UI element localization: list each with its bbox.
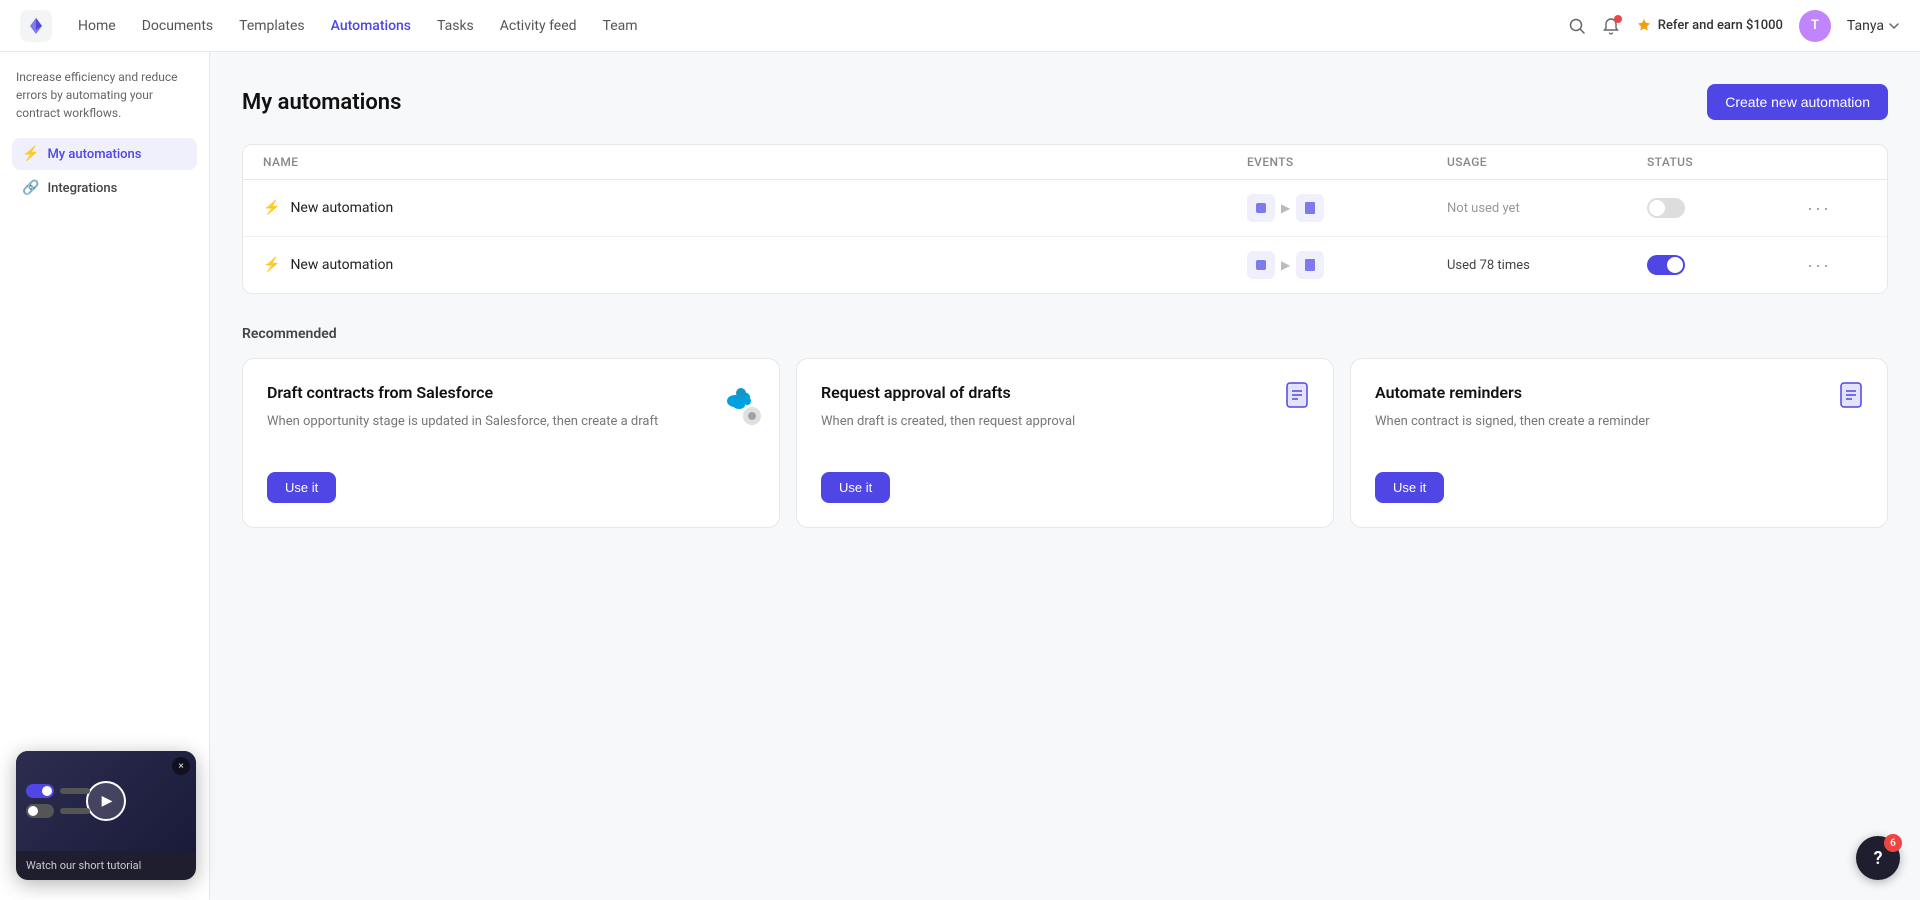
sidebar-icon-integrations: 🔗 <box>22 180 39 196</box>
sidebar-item-my-automations[interactable]: ⚡ My automations <box>12 138 197 170</box>
event-arrow-icon: ▶ <box>1281 258 1290 272</box>
nav-link-templates[interactable]: Templates <box>229 12 315 40</box>
event-icon-target <box>1296 251 1324 279</box>
search-button[interactable] <box>1568 17 1586 35</box>
more-actions-button[interactable]: ··· <box>1807 255 1831 276</box>
mini-toggle-on <box>26 784 54 798</box>
recommended-cards: Draft contracts from Salesforce When opp… <box>242 358 1888 528</box>
card-title: Draft contracts from Salesforce <box>267 383 755 402</box>
salesforce-icon <box>719 379 759 423</box>
automation-name: New automation <box>290 200 393 216</box>
automation-bolt-icon: ⚡ <box>263 200 280 216</box>
use-it-button[interactable]: Use it <box>267 472 336 503</box>
card-description: When opportunity stage is updated in Sal… <box>267 412 755 452</box>
nav-link-automations[interactable]: Automations <box>321 12 421 40</box>
nav-link-tasks[interactable]: Tasks <box>427 12 484 40</box>
sidebar-label-my-automations: My automations <box>47 147 141 162</box>
table-row: ⚡ New automation ▶ Not used yet ··· <box>243 180 1887 237</box>
sidebar-promo: Increase efficiency and reduce errors by… <box>12 68 197 122</box>
table-rows: ⚡ New automation ▶ Not used yet ··· ⚡ Ne… <box>243 180 1887 293</box>
salesforce-sub-icon <box>743 407 761 425</box>
automation-name: New automation <box>290 257 393 273</box>
sidebar-icon-my-automations: ⚡ <box>22 146 39 162</box>
col-name: Name <box>263 155 1247 169</box>
event-icon-target <box>1296 194 1324 222</box>
refer-button[interactable]: Refer and earn $1000 <box>1636 18 1783 34</box>
usage-text: Not used yet <box>1447 201 1647 216</box>
nav-right: Refer and earn $1000 T Tanya <box>1568 10 1900 42</box>
page-title: My automations <box>242 90 401 115</box>
col-events: Events <box>1247 155 1447 169</box>
video-bar-2 <box>60 808 90 814</box>
use-it-button[interactable]: Use it <box>821 472 890 503</box>
app-logo[interactable] <box>20 10 52 42</box>
video-toggle-1 <box>26 784 90 798</box>
automation-toggle[interactable] <box>1647 255 1685 275</box>
sidebar-label-integrations: Integrations <box>47 181 117 196</box>
table-row: ⚡ New automation ▶ Used 78 times ··· <box>243 237 1887 293</box>
table-header: Name Events Usage Status <box>243 145 1887 180</box>
video-close-button[interactable]: × <box>172 757 190 775</box>
chat-bubble[interactable]: ? 6 <box>1856 836 1900 880</box>
event-icon-source <box>1247 251 1275 279</box>
page-layout: Increase efficiency and reduce errors by… <box>0 0 1920 900</box>
more-actions-button[interactable]: ··· <box>1807 198 1831 219</box>
nav-link-home[interactable]: Home <box>68 12 126 40</box>
chat-badge: 6 <box>1884 834 1902 852</box>
recommended-section-title: Recommended <box>242 326 1888 342</box>
video-tutorial-widget: × Watch our short tutorial <box>16 751 196 880</box>
card-description: When contract is signed, then create a r… <box>1375 412 1863 452</box>
automations-table: Name Events Usage Status ⚡ New automatio… <box>242 144 1888 294</box>
recommended-card-request-approval: Request approval of drafts When draft is… <box>796 358 1334 528</box>
card-description: When draft is created, then request appr… <box>821 412 1309 452</box>
event-icon-source <box>1247 194 1275 222</box>
event-arrow-icon: ▶ <box>1281 201 1290 215</box>
card-title: Request approval of drafts <box>821 383 1309 402</box>
notifications-wrapper <box>1602 17 1620 35</box>
nav-link-documents[interactable]: Documents <box>132 12 223 40</box>
use-it-button[interactable]: Use it <box>1375 472 1444 503</box>
events-cell: ▶ <box>1247 194 1447 222</box>
row-name: ⚡ New automation <box>263 200 1247 216</box>
video-bar <box>60 788 90 794</box>
nav-link-team[interactable]: Team <box>593 12 648 40</box>
status-toggle-cell <box>1647 255 1807 275</box>
nav-links: HomeDocumentsTemplatesAutomationsTasksAc… <box>68 12 1568 40</box>
card-title: Automate reminders <box>1375 383 1863 402</box>
col-usage: Usage <box>1447 155 1647 169</box>
usage-text: Used 78 times <box>1447 258 1647 273</box>
recommended-card-automate-reminders: Automate reminders When contract is sign… <box>1350 358 1888 528</box>
refer-label: Refer and earn $1000 <box>1658 18 1783 33</box>
chat-question-icon: ? <box>1874 848 1883 869</box>
status-toggle-cell <box>1647 198 1807 218</box>
video-thumbnail: × <box>16 751 196 851</box>
col-actions <box>1807 155 1867 169</box>
video-toggle-2 <box>26 804 90 818</box>
row-name: ⚡ New automation <box>263 257 1247 273</box>
document-icon <box>1835 379 1867 415</box>
nav-link-activity-feed[interactable]: Activity feed <box>490 12 587 40</box>
video-label: Watch our short tutorial <box>16 851 196 880</box>
automation-bolt-icon: ⚡ <box>263 257 280 273</box>
notification-badge <box>1614 15 1622 23</box>
user-avatar[interactable]: T <box>1799 10 1831 42</box>
main-content: My automations Create new automation Nam… <box>210 52 1920 900</box>
create-automation-button[interactable]: Create new automation <box>1707 84 1888 120</box>
mini-toggle-off <box>26 804 54 818</box>
user-name[interactable]: Tanya <box>1847 18 1900 34</box>
more-actions-cell: ··· <box>1807 255 1867 276</box>
events-cell: ▶ <box>1247 251 1447 279</box>
document-icon <box>1281 379 1313 415</box>
top-navigation: HomeDocumentsTemplatesAutomationsTasksAc… <box>0 0 1920 52</box>
col-status: Status <box>1647 155 1807 169</box>
video-play-button[interactable] <box>86 781 126 821</box>
page-header: My automations Create new automation <box>242 84 1888 120</box>
sidebar-menu: ⚡ My automations 🔗 Integrations <box>12 138 197 204</box>
automation-toggle[interactable] <box>1647 198 1685 218</box>
recommended-card-draft-salesforce: Draft contracts from Salesforce When opp… <box>242 358 780 528</box>
sidebar-item-integrations[interactable]: 🔗 Integrations <box>12 172 197 204</box>
more-actions-cell: ··· <box>1807 198 1867 219</box>
